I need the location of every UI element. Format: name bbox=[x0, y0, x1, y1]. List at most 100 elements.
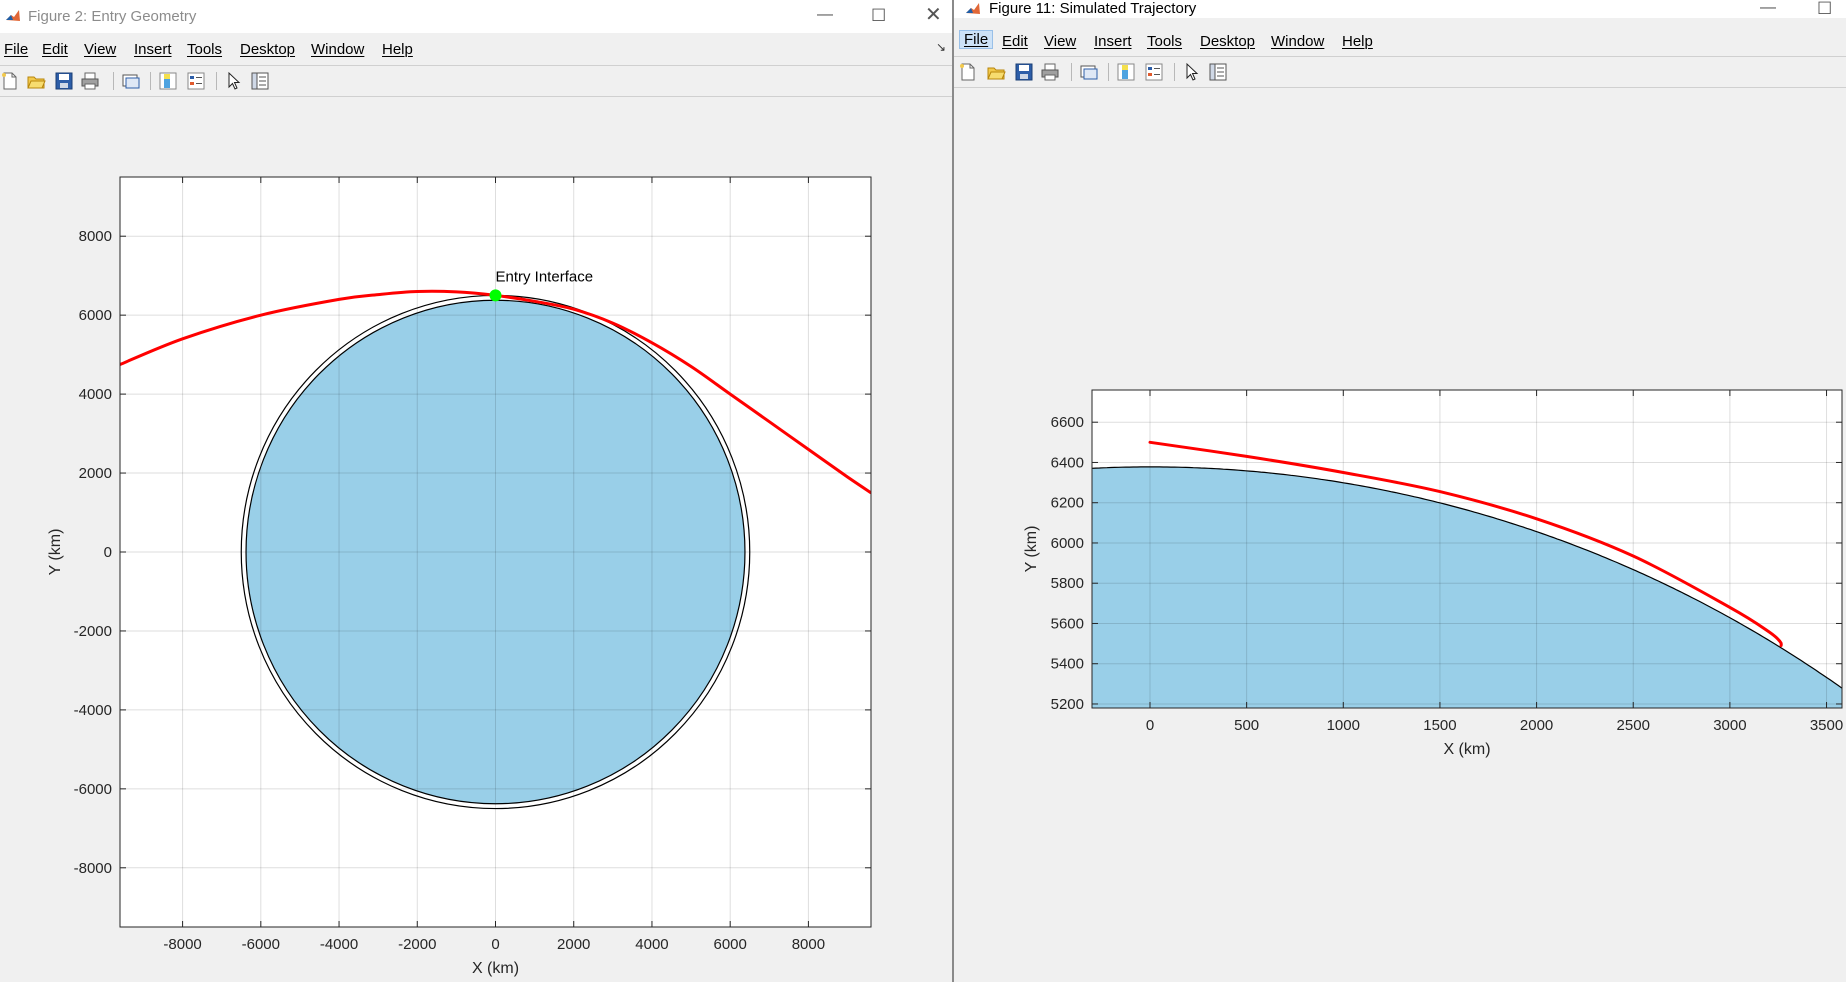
trajectory-line bbox=[1148, 440, 1783, 648]
earth-disk bbox=[245, 299, 746, 805]
menu-bar: File Edit View Insert Tools Desktop Wind… bbox=[954, 27, 1846, 57]
property-inspector-icon[interactable] bbox=[250, 71, 270, 91]
open-icon[interactable] bbox=[986, 62, 1006, 82]
save-icon[interactable] bbox=[54, 71, 74, 91]
menu-edit[interactable]: Edit bbox=[1002, 33, 1028, 50]
x-tick-label: 500 bbox=[1234, 717, 1259, 734]
maximize-button[interactable]: ☐ bbox=[1817, 0, 1832, 17]
plot-content bbox=[1092, 390, 1842, 708]
axes-box bbox=[1091, 389, 1843, 709]
close-button[interactable]: ✕ bbox=[925, 5, 942, 25]
toolbar-separator bbox=[150, 72, 151, 90]
open-icon[interactable] bbox=[26, 71, 46, 91]
x-tick-label: -2000 bbox=[398, 936, 436, 953]
save-icon[interactable] bbox=[1014, 62, 1034, 82]
menu-view[interactable]: View bbox=[1044, 33, 1076, 50]
y-tick-label: 6000 bbox=[79, 307, 112, 324]
menu-window[interactable]: Window bbox=[1271, 33, 1324, 50]
figure-11-window: Figure 11: Simulated Trajectory — ☐ File… bbox=[952, 0, 1846, 982]
y-axis-label: Y (km) bbox=[1023, 526, 1040, 573]
legend-icon[interactable] bbox=[1144, 62, 1164, 82]
y-tick-label: 5200 bbox=[1051, 696, 1084, 713]
y-tick-label: 6200 bbox=[1051, 495, 1084, 512]
print-icon[interactable] bbox=[1040, 62, 1060, 82]
axes-box bbox=[119, 176, 872, 928]
toolbar-separator bbox=[216, 72, 217, 90]
link-plot-icon[interactable] bbox=[121, 71, 141, 91]
menu-insert[interactable]: Insert bbox=[1094, 33, 1132, 50]
title-bar[interactable]: Figure 2: Entry Geometry — ☐ ✕ bbox=[0, 0, 952, 33]
plot-area bbox=[120, 177, 871, 927]
y-tick-label: 8000 bbox=[79, 228, 112, 245]
x-tick-label: 8000 bbox=[792, 936, 825, 953]
minimize-button[interactable]: — bbox=[1760, 0, 1776, 16]
x-tick-label: 0 bbox=[1146, 717, 1154, 734]
toolbar bbox=[954, 56, 1846, 88]
new-figure-icon[interactable] bbox=[0, 71, 20, 91]
maximize-button[interactable]: ☐ bbox=[871, 7, 886, 24]
x-tick-label: 2500 bbox=[1617, 717, 1650, 734]
entry-interface-marker bbox=[489, 289, 502, 302]
x-tick-label: 6000 bbox=[714, 936, 747, 953]
menu-insert[interactable]: Insert bbox=[134, 41, 172, 58]
entry-geometry-chart: Entry Interface -8000 -6000 -4000 -2000 0 2000… bbox=[47, 176, 872, 977]
y-tick-label: 6600 bbox=[1051, 414, 1084, 431]
window-title: Figure 2: Entry Geometry bbox=[28, 8, 197, 25]
y-axis-label: Y (km) bbox=[47, 529, 64, 576]
colorbar-icon[interactable] bbox=[1116, 62, 1136, 82]
menu-tools[interactable]: Tools bbox=[187, 41, 222, 58]
window-title: Figure 11: Simulated Trajectory bbox=[989, 0, 1197, 17]
matlab-logo-icon bbox=[965, 1, 981, 17]
title-bar[interactable]: Figure 11: Simulated Trajectory — ☐ bbox=[954, 0, 1846, 18]
link-plot-icon[interactable] bbox=[1079, 62, 1099, 82]
y-tick-label: -8000 bbox=[74, 860, 112, 877]
x-axis-label: X (km) bbox=[1443, 741, 1490, 758]
y-tick-label: 6000 bbox=[1051, 535, 1084, 552]
legend-icon[interactable] bbox=[186, 71, 206, 91]
x-tick-label: -6000 bbox=[242, 936, 280, 953]
menu-bar: File Edit View Insert Tools Desktop Wind… bbox=[0, 35, 952, 65]
y-tick-label: 0 bbox=[104, 544, 112, 561]
menu-window[interactable]: Window bbox=[311, 41, 364, 58]
x-tick-label: 3000 bbox=[1713, 717, 1746, 734]
x-tick-label: 3500 bbox=[1810, 717, 1843, 734]
edit-pointer-icon[interactable] bbox=[1182, 62, 1202, 82]
menu-file[interactable]: File bbox=[4, 41, 28, 58]
y-tick-label: -2000 bbox=[74, 623, 112, 640]
plot-content bbox=[120, 177, 871, 927]
menu-help[interactable]: Help bbox=[1342, 33, 1373, 50]
atmosphere-boundary bbox=[240, 294, 751, 810]
x-tick-label: 1500 bbox=[1423, 717, 1456, 734]
earth-surface-fill bbox=[1092, 466, 1842, 708]
property-inspector-icon[interactable] bbox=[1208, 62, 1228, 82]
toolbar-separator bbox=[1174, 63, 1175, 81]
entry-interface-label: Entry Interface bbox=[496, 268, 594, 285]
y-tick-label: 5800 bbox=[1051, 575, 1084, 592]
x-tick-label: 4000 bbox=[635, 936, 668, 953]
x-tick-label: 2000 bbox=[557, 936, 590, 953]
menu-tools[interactable]: Tools bbox=[1147, 33, 1182, 50]
toolbar-separator bbox=[1071, 63, 1072, 81]
y-tick-label: 5400 bbox=[1051, 656, 1084, 673]
toolbar bbox=[0, 65, 952, 97]
menu-view[interactable]: View bbox=[84, 41, 116, 58]
y-tick-label: 5600 bbox=[1051, 615, 1084, 632]
toolbar-separator bbox=[1108, 63, 1109, 81]
new-figure-icon[interactable] bbox=[958, 62, 978, 82]
y-tick-label: -6000 bbox=[74, 781, 112, 798]
y-tick-label: -4000 bbox=[74, 702, 112, 719]
menu-file[interactable]: File bbox=[958, 30, 994, 49]
y-tick-label: 6400 bbox=[1051, 454, 1084, 471]
print-icon[interactable] bbox=[80, 71, 100, 91]
minimize-button[interactable]: — bbox=[817, 7, 833, 23]
menu-desktop[interactable]: Desktop bbox=[1200, 33, 1255, 50]
matlab-logo-icon bbox=[5, 8, 21, 24]
dock-arrow-icon[interactable]: ↘ bbox=[936, 40, 946, 54]
simulated-trajectory-chart: 0 500 1000 1500 2000 2500 3000 3500 5200 5400 5600… bbox=[1023, 389, 1843, 758]
menu-desktop[interactable]: Desktop bbox=[240, 41, 295, 58]
earth-surface-line bbox=[1092, 466, 1842, 689]
menu-edit[interactable]: Edit bbox=[42, 41, 68, 58]
colorbar-icon[interactable] bbox=[158, 71, 178, 91]
edit-pointer-icon[interactable] bbox=[224, 71, 244, 91]
menu-help[interactable]: Help bbox=[382, 41, 413, 58]
